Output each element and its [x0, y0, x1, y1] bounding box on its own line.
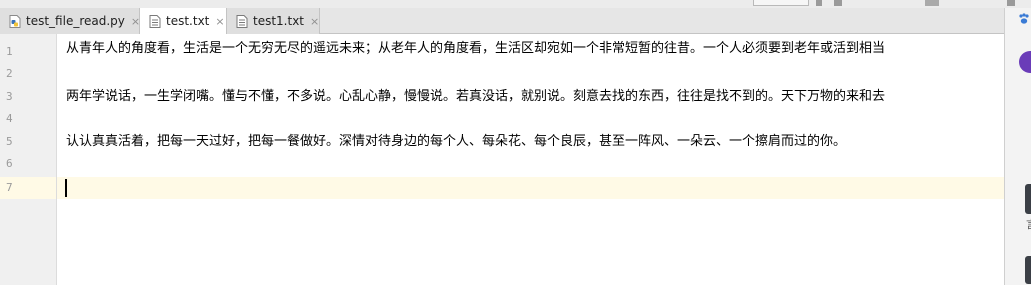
- line-number: 2: [6, 67, 13, 80]
- python-file-icon: [9, 14, 21, 28]
- line-number: 5: [6, 135, 13, 148]
- toolbar-control-edge[interactable]: [925, 0, 939, 6]
- tab-label: test1.txt: [253, 14, 305, 28]
- side-widget[interactable]: [1025, 256, 1031, 284]
- text-caret: [65, 179, 67, 197]
- toolbar-control-edge[interactable]: [1007, 0, 1015, 6]
- line-number: 3: [6, 90, 13, 103]
- toolbar-dropdown-edge[interactable]: [753, 0, 809, 6]
- line-number: 1: [6, 45, 13, 58]
- tab-test-txt[interactable]: test.txt ×: [140, 8, 227, 34]
- text-editor[interactable]: 1 2 3 4 5 6 7 从青年人的角度看，生活是一个无穷无尽的遥远未来；从老…: [0, 34, 1004, 285]
- right-side-panel: 言: [1004, 8, 1031, 285]
- text-file-icon: [149, 14, 161, 28]
- paw-icon[interactable]: [1018, 10, 1030, 24]
- text-line[interactable]: 两年学说话，一生学闭嘴。懂与不懂，不多说。心乱心静，慢慢说。若真没话，就别说。刻…: [66, 86, 885, 108]
- tab-test1-txt[interactable]: test1.txt ×: [227, 8, 320, 34]
- tab-test-file-read-py[interactable]: test_file_read.py ×: [0, 8, 140, 34]
- toolbar-control-edge[interactable]: [834, 0, 842, 6]
- text-line[interactable]: 从青年人的角度看，生活是一个无穷无尽的遥远未来；从老年人的角度看，生活区却宛如一…: [66, 38, 885, 60]
- line-number-gutter: 1 2 3 4 5 6 7: [0, 34, 57, 285]
- tab-label: test.txt: [166, 14, 210, 28]
- text-file-icon: [236, 14, 248, 28]
- tab-label: test_file_read.py: [26, 14, 125, 28]
- line-number: 6: [6, 157, 13, 170]
- side-label: 言: [1026, 216, 1031, 232]
- close-icon[interactable]: ×: [215, 16, 224, 27]
- window-top-strip: [0, 0, 1031, 8]
- text-line[interactable]: 认认真真活着，把每一天过好，把每一餐做好。深情对待身边的每个人、每朵花、每个良辰…: [66, 131, 846, 153]
- line-number: 4: [6, 112, 13, 125]
- close-icon[interactable]: ×: [310, 16, 319, 27]
- current-line-highlight: [57, 177, 1004, 199]
- close-icon[interactable]: ×: [131, 16, 140, 27]
- avatar[interactable]: [1019, 51, 1031, 73]
- toolbar-control-edge[interactable]: [816, 0, 822, 6]
- line-number: 7: [6, 181, 13, 194]
- side-widget[interactable]: [1025, 184, 1031, 214]
- editor-tab-bar: test_file_read.py × test.txt × test1.txt…: [0, 8, 1004, 34]
